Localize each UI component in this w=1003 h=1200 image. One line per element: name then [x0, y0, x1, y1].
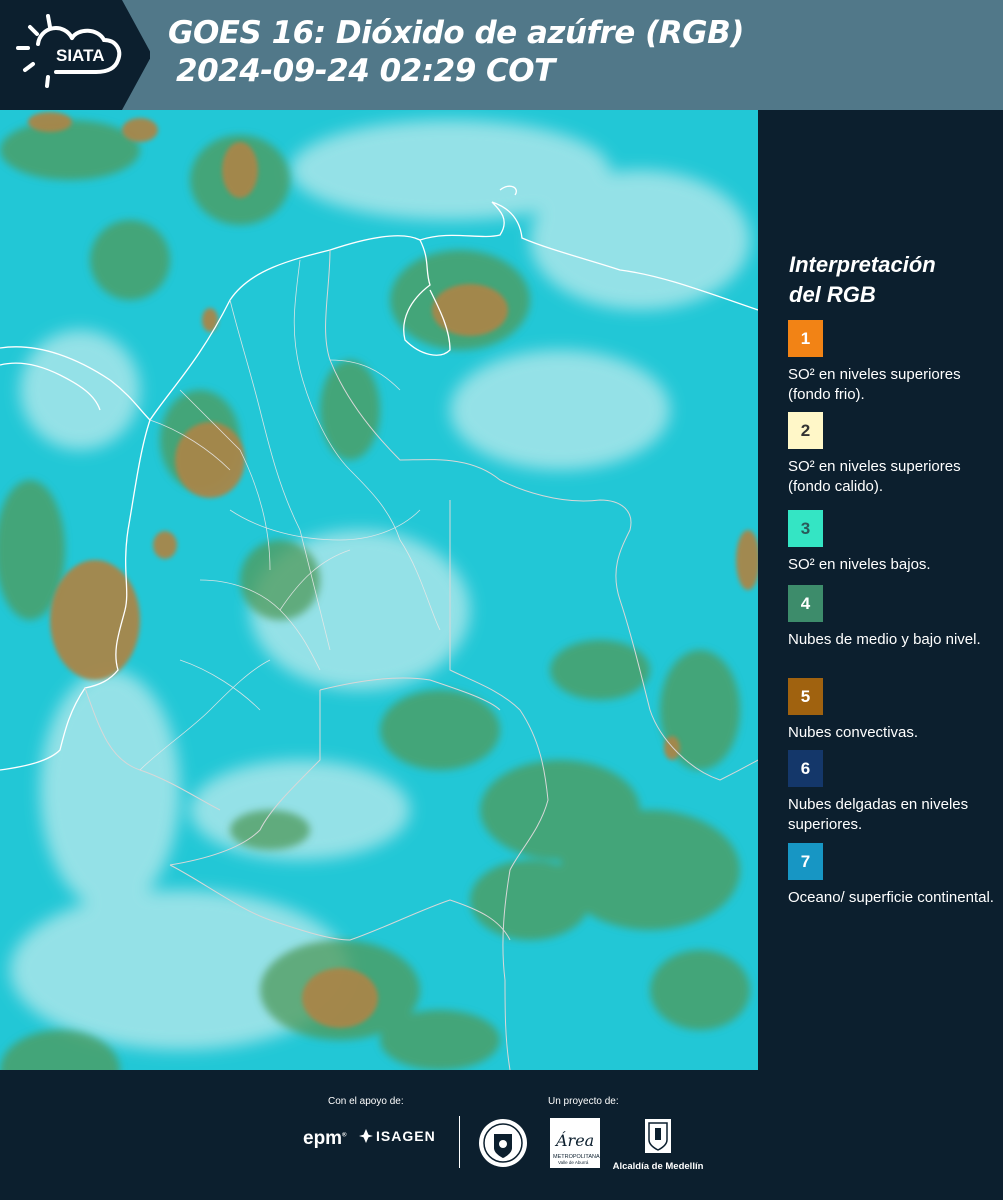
legend-label: SO² en niveles bajos.	[788, 556, 931, 573]
legend-item: 7 Oceano/ superficie continental.	[788, 843, 998, 908]
legend-item: 1 SO² en niveles superiores (fondo frio).	[788, 320, 998, 405]
legend-panel: Interpretación del RGB 1 SO² en niveles s…	[758, 110, 1003, 1070]
legend-item: 2 SO² en niveles superiores (fondo calido…	[788, 412, 998, 497]
isagen-logo[interactable]: ISAGEN	[359, 1128, 436, 1144]
legend-label: SO² en niveles superiores (fondo calido)…	[788, 458, 961, 495]
legend-title-line-1: Interpretación	[789, 252, 936, 277]
legend-label: Nubes delgadas en niveles superiores.	[788, 796, 969, 833]
legend-swatch: 6	[788, 750, 823, 787]
legend-swatch: 5	[788, 678, 823, 715]
alcaldia-logo[interactable]: Alcaldía de Medellín	[612, 1118, 704, 1172]
footer: Con el apoyo de: Un proyecto de: epm® IS…	[0, 1070, 1003, 1200]
page-title: GOES 16: Dióxido de azúfre (RGB) 2024-09…	[168, 14, 744, 90]
siata-logo-text: SIATA	[56, 46, 104, 65]
svg-text:Valle de Aburrá: Valle de Aburrá	[558, 1160, 589, 1165]
header-bar: SIATA GOES 16: Dióxido de azúfre (RGB) 2…	[0, 0, 1003, 110]
alcaldia-label: Alcaldía de Medellín	[612, 1161, 704, 1172]
title-line-1: GOES 16: Dióxido de azúfre (RGB)	[168, 15, 744, 51]
title-line-2: 2024-09-24 02:29 COT	[176, 53, 555, 89]
legend-item: 3 SO² en niveles bajos.	[788, 510, 998, 575]
legend-label: Nubes de medio y bajo nivel.	[788, 631, 981, 648]
svg-text:Área: Área	[554, 1130, 594, 1150]
alcaldia-shield-icon	[645, 1119, 671, 1153]
legend-swatch: 4	[788, 585, 823, 622]
area-metropolitana-logo[interactable]: Área METROPOLITANA Valle de Aburrá	[550, 1118, 600, 1173]
footer-divider	[459, 1116, 460, 1168]
legend-item: 5 Nubes convectivas.	[788, 678, 998, 743]
legend-swatch: 3	[788, 510, 823, 547]
isagen-icon	[359, 1129, 373, 1143]
project-label: Un proyecto de:	[548, 1096, 619, 1107]
satellite-map[interactable]	[0, 110, 758, 1070]
legend-label: Oceano/ superficie continental.	[788, 889, 994, 906]
legend-title-line-2: del RGB	[789, 282, 876, 307]
epm-logo-text: epm	[303, 1128, 343, 1149]
legend-item: 4 Nubes de medio y bajo nivel.	[788, 585, 998, 650]
legend-swatch: 2	[788, 412, 823, 449]
isagen-logo-text: ISAGEN	[376, 1128, 436, 1144]
legend-title: Interpretación del RGB	[789, 250, 936, 310]
support-label: Con el apoyo de:	[328, 1096, 404, 1107]
legend-label: SO² en niveles superiores (fondo frio).	[788, 366, 961, 403]
legend-swatch: 7	[788, 843, 823, 880]
legend-swatch: 1	[788, 320, 823, 357]
legend-label: Nubes convectivas.	[788, 724, 919, 741]
siata-logo[interactable]: SIATA	[0, 0, 150, 110]
medellin-seal-icon[interactable]	[478, 1118, 528, 1173]
legend-item: 6 Nubes delgadas en niveles superiores.	[788, 750, 998, 835]
epm-logo[interactable]: epm®	[303, 1128, 347, 1150]
